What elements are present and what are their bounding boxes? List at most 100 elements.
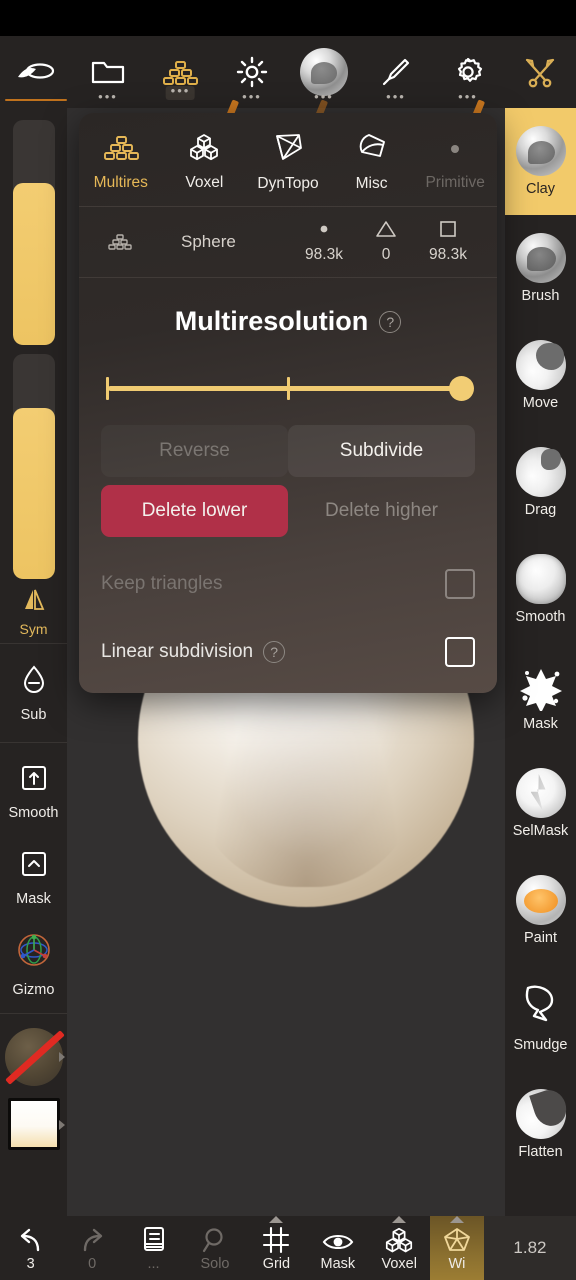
keep-triangles-row[interactable]: Keep triangles [101,563,475,605]
sculpt-stroke-icon [16,52,56,92]
tab-label: Voxel [185,174,224,191]
paint-brush-icon [515,875,566,925]
solo-label: Solo [200,1256,230,1272]
paintbrush-icon [380,52,412,92]
overflow-dots[interactable]: ••• [458,90,478,103]
undo-arrow-icon [16,1224,46,1254]
overflow-dots[interactable]: ••• [314,90,334,103]
matcap-sphere-icon [300,48,348,96]
brush-item-move[interactable]: Move [505,322,576,429]
brush-label: Smudge [513,1037,568,1053]
left-sidebar: Sym Sub Smooth Mask Gizmo [0,108,67,1216]
divider [79,277,497,278]
brush-item-selmask[interactable]: SelMask [505,750,576,857]
tab-primitive[interactable]: Primitive [413,119,497,206]
linear-subdivision-row[interactable]: Linear subdivision ? [101,631,475,673]
brush-item-flatten[interactable]: Flatten [505,1071,576,1178]
topbar-item-material[interactable]: ••• [288,36,360,108]
brush-item-clay[interactable]: Clay [505,108,576,215]
brush-size-slider[interactable] [12,120,55,345]
voxel-cubes-icon [187,133,221,166]
voxel-button[interactable]: Voxel [369,1216,430,1280]
brush-item-smudge[interactable]: Smudge [505,964,576,1071]
top-toolbar: ••• ••• ••• ••• ••• ••• [0,36,576,108]
grid-button[interactable]: Grid [246,1216,307,1280]
keep-triangles-checkbox[interactable] [445,569,475,599]
overflow-dots[interactable]: ••• [242,90,262,103]
multires-stack-small-icon [97,232,143,252]
wireframe-button[interactable]: Wi [429,1216,484,1280]
overflow-dots[interactable]: ••• [165,84,195,100]
brush-intensity-slider[interactable] [12,354,55,579]
brush-item-mask[interactable]: Mask [505,643,576,750]
reverse-button[interactable]: Reverse [101,425,288,477]
tab-misc[interactable]: Misc [330,119,414,206]
topbar-item-topology[interactable]: ••• [144,36,216,108]
standard-brush-icon [515,233,566,283]
brush-item-drag[interactable]: Drag [505,429,576,536]
brush-item-paint[interactable]: Paint [505,857,576,964]
app-root: ••• ••• ••• ••• ••• ••• Sym Sub Smooth M… [0,0,576,1280]
linear-subdivision-checkbox[interactable] [445,637,475,667]
topbar-item-tools[interactable] [504,36,576,108]
redo-button[interactable]: 0 [61,1216,122,1280]
brush-label: Mask [523,716,558,732]
slider-fill [12,183,55,345]
redo-arrow-icon [77,1224,107,1254]
bottom-toolbar: 3 0 ... Solo Grid Mask Voxel Wi 1.82 [0,1216,576,1280]
layers-button[interactable]: ... [123,1216,184,1280]
solo-button[interactable]: Solo [184,1216,245,1280]
panel-title-text: Multiresolution [174,306,369,336]
sidebar-item-smooth[interactable]: Smooth [0,749,67,835]
mask-visibility-button[interactable]: Mask [307,1216,368,1280]
topbar-item-settings[interactable]: ••• [432,36,504,108]
delete-lower-button[interactable]: Delete lower [101,485,288,537]
subdivide-button[interactable]: Subdivide [288,425,475,477]
topbar-item-lighting[interactable]: ••• [216,36,288,108]
tab-dyntopo[interactable]: DynTopo [246,119,330,206]
drag-brush-icon [515,447,566,497]
square-chevron-up-icon [19,849,49,884]
sidebar-item-sub[interactable]: Sub [0,650,67,736]
brush-item-smooth[interactable]: Smooth [505,536,576,643]
divider [0,1013,67,1014]
expand-arrow-icon[interactable] [59,1120,65,1130]
topbar-item-brush[interactable]: ••• [360,36,432,108]
color-swatch[interactable] [7,1098,60,1150]
brush-label: Drag [524,502,557,518]
tab-voxel[interactable]: Voxel [163,119,247,206]
sidebar-item-mask[interactable]: Mask [0,835,67,921]
dot-icon [445,133,465,166]
overflow-dots[interactable]: ••• [386,90,406,103]
help-icon[interactable]: ? [379,310,402,333]
wireframe-label: Wi [448,1256,466,1272]
brush-sliders-group [6,120,61,579]
slider-fill [12,408,55,579]
layers-icon [141,1224,167,1254]
undo-button[interactable]: 3 [0,1216,61,1280]
caret-up-icon [392,1216,407,1223]
brush-item-brush[interactable]: Brush [505,215,576,322]
multires-level-slider[interactable] [106,373,474,403]
material-swatch-disabled[interactable] [4,1028,65,1086]
delete-higher-button[interactable]: Delete higher [288,485,475,537]
mesh-info-row[interactable]: Sphere 98.3k 0 98.3k [79,207,497,277]
mask-label: Mask [320,1256,356,1272]
expand-arrow-icon[interactable] [59,1052,65,1062]
caret-up-icon [269,1216,284,1223]
sidebar-item-symmetry[interactable]: Sym [19,587,49,637]
topbar-item-files[interactable]: ••• [72,36,144,108]
overflow-dots[interactable]: ••• [98,90,118,103]
sidebar-item-label: Sub [20,707,47,723]
quad-square-icon [438,220,458,243]
slider-knob[interactable] [449,376,474,401]
help-icon[interactable]: ? [263,641,286,663]
tab-label: Misc [355,175,388,192]
topbar-item-sculpt-tool[interactable] [0,36,72,108]
grid-label: Grid [262,1256,291,1272]
brush-label: SelMask [512,823,569,839]
tab-multires[interactable]: Multires [79,119,163,206]
sidebar-item-gizmo[interactable]: Gizmo [0,921,67,1007]
right-sidebar-brushes: Clay Brush Move Drag Smooth Mask SelMask… [505,108,576,1216]
stat-value: 98.3k [305,246,343,263]
